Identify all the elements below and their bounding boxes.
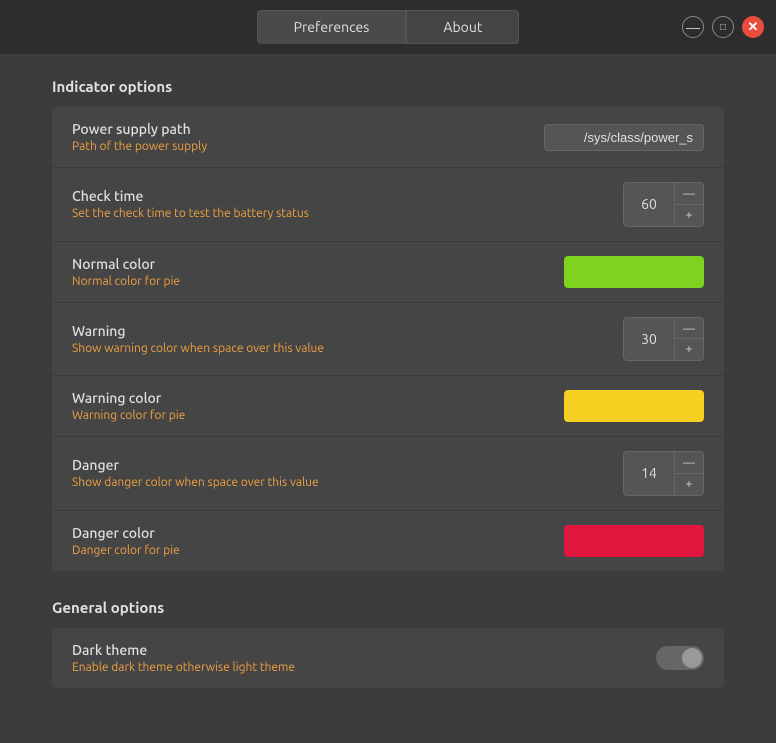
power-supply-input[interactable] (544, 124, 704, 151)
toggle-knob (682, 648, 702, 668)
danger-sub-label: Show danger color when space over this v… (72, 476, 319, 489)
warning-main-label: Warning (72, 323, 324, 339)
content-area: Indicator options Power supply path Path… (0, 54, 776, 743)
danger-color-main-label: Danger color (72, 525, 180, 541)
warning-increment[interactable]: + (675, 339, 703, 360)
danger-color-swatch[interactable] (564, 525, 704, 557)
check-time-decrement[interactable]: — (675, 183, 703, 205)
normal-color-main-label: Normal color (72, 256, 180, 272)
danger-color-control (564, 525, 704, 557)
danger-value: 14 (624, 460, 674, 486)
dark-theme-control (656, 646, 704, 670)
normal-color-control (564, 256, 704, 288)
power-supply-sub-label: Path of the power supply (72, 140, 207, 153)
warning-spinner-btns: — + (674, 318, 703, 361)
warning-color-swatch[interactable] (564, 390, 704, 422)
check-time-main-label: Check time (72, 188, 309, 204)
titlebar-right: — □ ✕ (519, 16, 764, 38)
dark-theme-toggle[interactable] (656, 646, 704, 670)
titlebar: Preferences About — □ ✕ (0, 0, 776, 54)
tab-about[interactable]: About (406, 10, 519, 44)
normal-color-row: Normal color Normal color for pie (52, 242, 724, 303)
general-options-box: Dark theme Enable dark theme otherwise l… (52, 628, 724, 688)
warning-label: Warning Show warning color when space ov… (72, 323, 324, 355)
warning-row: Warning Show warning color when space ov… (52, 303, 724, 377)
tab-preferences[interactable]: Preferences (257, 10, 407, 44)
indicator-options-title: Indicator options (52, 78, 724, 95)
warning-color-row: Warning color Warning color for pie (52, 376, 724, 437)
danger-spinner: 14 — + (623, 451, 704, 496)
check-time-sub-label: Set the check time to test the battery s… (72, 207, 309, 220)
danger-label: Danger Show danger color when space over… (72, 457, 319, 489)
check-time-label: Check time Set the check time to test th… (72, 188, 309, 220)
normal-color-swatch[interactable] (564, 256, 704, 288)
check-time-row: Check time Set the check time to test th… (52, 168, 724, 242)
power-supply-label: Power supply path Path of the power supp… (72, 121, 207, 153)
general-options-title: General options (52, 599, 724, 616)
danger-color-label: Danger color Danger color for pie (72, 525, 180, 557)
danger-color-sub-label: Danger color for pie (72, 544, 180, 557)
check-time-increment[interactable]: + (675, 205, 703, 226)
check-time-control: 60 — + (623, 182, 704, 227)
warning-control: 30 — + (623, 317, 704, 362)
normal-color-label: Normal color Normal color for pie (72, 256, 180, 288)
warning-color-control (564, 390, 704, 422)
danger-increment[interactable]: + (675, 474, 703, 495)
warning-spinner: 30 — + (623, 317, 704, 362)
main-window: Preferences About — □ ✕ Indicator option… (0, 0, 776, 743)
indicator-options-box: Power supply path Path of the power supp… (52, 107, 724, 571)
warning-color-main-label: Warning color (72, 390, 185, 406)
warning-sub-label: Show warning color when space over this … (72, 342, 324, 355)
tab-group: Preferences About (257, 10, 520, 44)
warning-decrement[interactable]: — (675, 318, 703, 340)
power-supply-control (544, 124, 704, 151)
minimize-button[interactable]: — (682, 16, 704, 38)
check-time-spinner-btns: — + (674, 183, 703, 226)
power-supply-row: Power supply path Path of the power supp… (52, 107, 724, 168)
danger-spinner-btns: — + (674, 452, 703, 495)
danger-decrement[interactable]: — (675, 452, 703, 474)
danger-row: Danger Show danger color when space over… (52, 437, 724, 511)
power-supply-main-label: Power supply path (72, 121, 207, 137)
close-button[interactable]: ✕ (742, 16, 764, 38)
danger-color-row: Danger color Danger color for pie (52, 511, 724, 571)
danger-control: 14 — + (623, 451, 704, 496)
warning-color-label: Warning color Warning color for pie (72, 390, 185, 422)
warning-value: 30 (624, 326, 674, 352)
maximize-button[interactable]: □ (712, 16, 734, 38)
dark-theme-label: Dark theme Enable dark theme otherwise l… (72, 642, 295, 674)
normal-color-sub-label: Normal color for pie (72, 275, 180, 288)
check-time-spinner: 60 — + (623, 182, 704, 227)
dark-theme-sub-label: Enable dark theme otherwise light theme (72, 661, 295, 674)
warning-color-sub-label: Warning color for pie (72, 409, 185, 422)
check-time-value: 60 (624, 191, 674, 217)
dark-theme-main-label: Dark theme (72, 642, 295, 658)
danger-main-label: Danger (72, 457, 319, 473)
dark-theme-row: Dark theme Enable dark theme otherwise l… (52, 628, 724, 688)
